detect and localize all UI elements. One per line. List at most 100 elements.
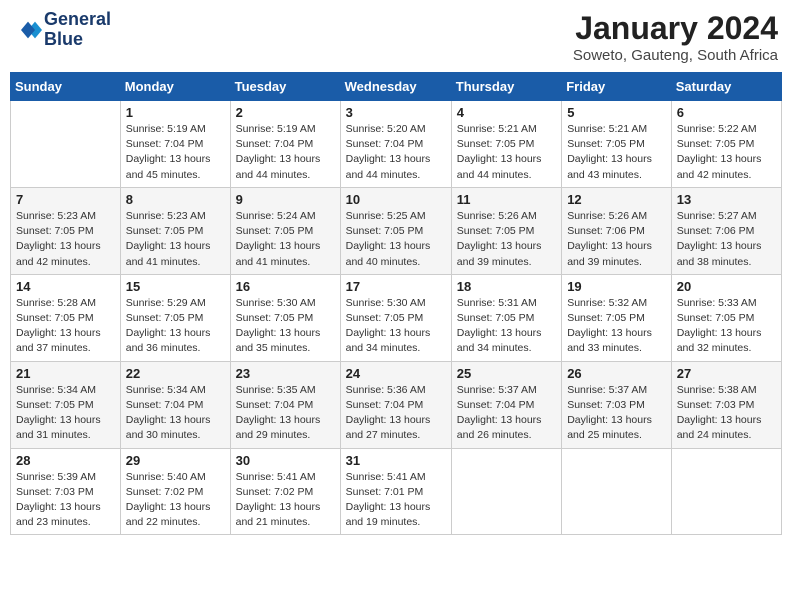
day-info: Sunrise: 5:20 AM Sunset: 7:04 PM Dayligh…: [346, 122, 446, 183]
day-number: 8: [126, 192, 225, 207]
calendar-cell: 16 Sunrise: 5:30 AM Sunset: 7:05 PM Dayli…: [230, 274, 340, 361]
calendar-cell: 5Sunrise: 5:21 AM Sunset: 7:05 PM Daylig…: [562, 101, 672, 188]
calendar-table: SundayMondayTuesdayWednesdayThursdayFrid…: [10, 72, 782, 535]
calendar-cell: 3Sunrise: 5:20 AM Sunset: 7:04 PM Daylig…: [340, 101, 451, 188]
day-number: 26: [567, 366, 666, 381]
calendar-cell: 11 Sunrise: 5:26 AM Sunset: 7:05 PM Dayli…: [451, 187, 561, 274]
day-info: Sunrise: 5:30 AM Sunset: 7:05 PM Dayligh…: [346, 296, 446, 357]
calendar-cell: 7 Sunrise: 5:23 AM Sunset: 7:05 PM Daylig…: [11, 187, 121, 274]
weekday-header: Sunday: [11, 73, 121, 101]
day-info: Sunrise: 5:27 AM Sunset: 7:06 PM Dayligh…: [677, 209, 776, 270]
day-info: Sunrise: 5:19 AM Sunset: 7:04 PM Dayligh…: [126, 122, 225, 183]
calendar-cell: 12Sunrise: 5:26 AM Sunset: 7:06 PM Dayli…: [562, 187, 672, 274]
calendar-cell: 24 Sunrise: 5:36 AM Sunset: 7:04 PM Dayli…: [340, 361, 451, 448]
weekday-header: Monday: [120, 73, 230, 101]
day-info: Sunrise: 5:34 AM Sunset: 7:04 PM Dayligh…: [126, 383, 225, 444]
day-info: Sunrise: 5:32 AM Sunset: 7:05 PM Dayligh…: [567, 296, 666, 357]
calendar-cell: 17 Sunrise: 5:30 AM Sunset: 7:05 PM Dayli…: [340, 274, 451, 361]
day-number: 11: [457, 192, 556, 207]
day-info: Sunrise: 5:41 AM Sunset: 7:02 PM Dayligh…: [236, 470, 335, 531]
page-header: General Blue January 2024 Soweto, Gauten…: [10, 10, 782, 64]
calendar-cell: 20Sunrise: 5:33 AM Sunset: 7:05 PM Dayli…: [671, 274, 781, 361]
day-number: 17: [346, 279, 446, 294]
day-number: 18: [457, 279, 556, 294]
day-info: Sunrise: 5:35 AM Sunset: 7:04 PM Dayligh…: [236, 383, 335, 444]
calendar-cell: [451, 448, 561, 535]
calendar-week-row: 7 Sunrise: 5:23 AM Sunset: 7:05 PM Daylig…: [11, 187, 782, 274]
month-title: January 2024: [573, 10, 778, 47]
logo-line2: Blue: [44, 30, 111, 50]
logo-icon: [14, 16, 42, 44]
day-number: 7: [16, 192, 115, 207]
day-number: 1: [126, 105, 225, 120]
calendar-cell: 31 Sunrise: 5:41 AM Sunset: 7:01 PM Dayli…: [340, 448, 451, 535]
day-number: 29: [126, 453, 225, 468]
day-number: 2: [236, 105, 335, 120]
logo-line1: General: [44, 10, 111, 30]
calendar-cell: 15 Sunrise: 5:29 AM Sunset: 7:05 PM Dayli…: [120, 274, 230, 361]
calendar-cell: 1 Sunrise: 5:19 AM Sunset: 7:04 PM Daylig…: [120, 101, 230, 188]
calendar-cell: 25 Sunrise: 5:37 AM Sunset: 7:04 PM Dayli…: [451, 361, 561, 448]
weekday-header: Tuesday: [230, 73, 340, 101]
day-number: 21: [16, 366, 115, 381]
day-number: 16: [236, 279, 335, 294]
day-info: Sunrise: 5:23 AM Sunset: 7:05 PM Dayligh…: [16, 209, 115, 270]
day-number: 6: [677, 105, 776, 120]
weekday-header: Saturday: [671, 73, 781, 101]
calendar-cell: 22 Sunrise: 5:34 AM Sunset: 7:04 PM Dayli…: [120, 361, 230, 448]
day-number: 10: [346, 192, 446, 207]
day-number: 23: [236, 366, 335, 381]
day-info: Sunrise: 5:40 AM Sunset: 7:02 PM Dayligh…: [126, 470, 225, 531]
calendar-cell: 30 Sunrise: 5:41 AM Sunset: 7:02 PM Dayli…: [230, 448, 340, 535]
calendar-week-row: 1 Sunrise: 5:19 AM Sunset: 7:04 PM Daylig…: [11, 101, 782, 188]
day-info: Sunrise: 5:38 AM Sunset: 7:03 PM Dayligh…: [677, 383, 776, 444]
title-block: January 2024 Soweto, Gauteng, South Afri…: [573, 10, 778, 64]
day-info: Sunrise: 5:41 AM Sunset: 7:01 PM Dayligh…: [346, 470, 446, 531]
day-info: Sunrise: 5:23 AM Sunset: 7:05 PM Dayligh…: [126, 209, 225, 270]
calendar-week-row: 21 Sunrise: 5:34 AM Sunset: 7:05 PM Dayli…: [11, 361, 782, 448]
day-info: Sunrise: 5:36 AM Sunset: 7:04 PM Dayligh…: [346, 383, 446, 444]
calendar-cell: [562, 448, 672, 535]
day-info: Sunrise: 5:31 AM Sunset: 7:05 PM Dayligh…: [457, 296, 556, 357]
logo: General Blue: [14, 10, 111, 50]
calendar-cell: 29 Sunrise: 5:40 AM Sunset: 7:02 PM Dayli…: [120, 448, 230, 535]
calendar-cell: 9 Sunrise: 5:24 AM Sunset: 7:05 PM Daylig…: [230, 187, 340, 274]
calendar-cell: 18 Sunrise: 5:31 AM Sunset: 7:05 PM Dayli…: [451, 274, 561, 361]
day-info: Sunrise: 5:37 AM Sunset: 7:04 PM Dayligh…: [457, 383, 556, 444]
day-info: Sunrise: 5:30 AM Sunset: 7:05 PM Dayligh…: [236, 296, 335, 357]
calendar-week-row: 14Sunrise: 5:28 AM Sunset: 7:05 PM Dayli…: [11, 274, 782, 361]
calendar-cell: 4Sunrise: 5:21 AM Sunset: 7:05 PM Daylig…: [451, 101, 561, 188]
calendar-cell: 2Sunrise: 5:19 AM Sunset: 7:04 PM Daylig…: [230, 101, 340, 188]
calendar-cell: 14Sunrise: 5:28 AM Sunset: 7:05 PM Dayli…: [11, 274, 121, 361]
day-number: 15: [126, 279, 225, 294]
day-number: 4: [457, 105, 556, 120]
day-number: 20: [677, 279, 776, 294]
day-number: 28: [16, 453, 115, 468]
day-info: Sunrise: 5:39 AM Sunset: 7:03 PM Dayligh…: [16, 470, 115, 531]
calendar-week-row: 28 Sunrise: 5:39 AM Sunset: 7:03 PM Dayli…: [11, 448, 782, 535]
day-number: 22: [126, 366, 225, 381]
calendar-cell: 28 Sunrise: 5:39 AM Sunset: 7:03 PM Dayli…: [11, 448, 121, 535]
day-number: 31: [346, 453, 446, 468]
day-number: 13: [677, 192, 776, 207]
day-info: Sunrise: 5:24 AM Sunset: 7:05 PM Dayligh…: [236, 209, 335, 270]
calendar-cell: [11, 101, 121, 188]
day-number: 25: [457, 366, 556, 381]
day-number: 14: [16, 279, 115, 294]
day-info: Sunrise: 5:21 AM Sunset: 7:05 PM Dayligh…: [567, 122, 666, 183]
day-number: 27: [677, 366, 776, 381]
day-info: Sunrise: 5:26 AM Sunset: 7:05 PM Dayligh…: [457, 209, 556, 270]
day-info: Sunrise: 5:34 AM Sunset: 7:05 PM Dayligh…: [16, 383, 115, 444]
weekday-header: Friday: [562, 73, 672, 101]
weekday-header: Thursday: [451, 73, 561, 101]
day-number: 30: [236, 453, 335, 468]
calendar-cell: 27 Sunrise: 5:38 AM Sunset: 7:03 PM Dayli…: [671, 361, 781, 448]
day-info: Sunrise: 5:29 AM Sunset: 7:05 PM Dayligh…: [126, 296, 225, 357]
day-number: 24: [346, 366, 446, 381]
calendar-cell: 10 Sunrise: 5:25 AM Sunset: 7:05 PM Dayli…: [340, 187, 451, 274]
calendar-cell: [671, 448, 781, 535]
day-number: 19: [567, 279, 666, 294]
calendar-cell: 13 Sunrise: 5:27 AM Sunset: 7:06 PM Dayli…: [671, 187, 781, 274]
day-number: 9: [236, 192, 335, 207]
day-info: Sunrise: 5:25 AM Sunset: 7:05 PM Dayligh…: [346, 209, 446, 270]
